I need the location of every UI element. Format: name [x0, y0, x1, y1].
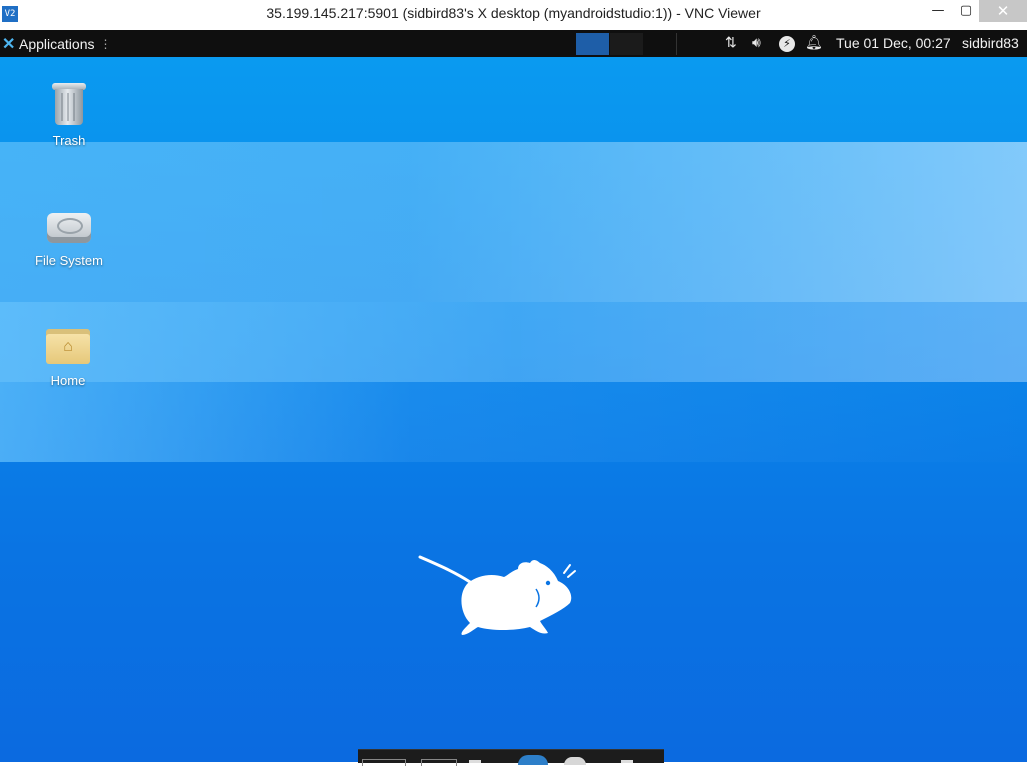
- home-folder-icon: [44, 321, 92, 369]
- desktop-icon-home[interactable]: Home: [18, 321, 118, 388]
- close-button[interactable]: ✕: [979, 0, 1027, 22]
- show-desktop-icon[interactable]: [362, 759, 406, 766]
- xfce-mouse-logo-icon: [418, 555, 576, 635]
- panel-separator: [676, 33, 677, 55]
- applications-menu-button[interactable]: ✕ Applications ⋮: [2, 34, 112, 54]
- maximize-button[interactable]: ▢: [950, 0, 982, 22]
- xfce-x-icon: ✕: [2, 36, 16, 53]
- terminal-icon[interactable]: [421, 759, 457, 766]
- wallpaper-band: [0, 302, 1027, 382]
- power-icon[interactable]: ⚡︎: [779, 36, 795, 52]
- desktop-icon-file-system[interactable]: File System: [19, 201, 119, 268]
- bottom-dock: [358, 749, 664, 766]
- web-browser-icon[interactable]: [518, 755, 548, 765]
- applications-menu-label: Applications: [19, 36, 95, 52]
- panel-clock[interactable]: Tue 01 Dec, 00:27: [836, 35, 951, 51]
- desktop-background[interactable]: Trash File System Home: [0, 57, 1027, 762]
- workspace-2-button[interactable]: [610, 33, 643, 55]
- trash-icon: [45, 81, 93, 129]
- notification-bell-icon[interactable]: 🔔︎: [805, 34, 823, 51]
- wallpaper-band: [0, 382, 1027, 462]
- desktop-icon-label: Trash: [52, 133, 86, 148]
- app-finder-icon[interactable]: [564, 757, 586, 765]
- panel-handle-icon: ⋮: [99, 37, 112, 51]
- window-titlebar: V2 35.199.145.217:5901 (sidbird83's X de…: [0, 0, 1027, 31]
- volume-icon[interactable]: 🔊︎: [752, 34, 761, 51]
- user-menu[interactable]: sidbird83: [962, 35, 1019, 51]
- workspace-1-button[interactable]: [576, 33, 609, 55]
- top-panel: ✕ Applications ⋮ ⇅ 🔊︎ ⚡︎ 🔔︎ Tue 01 Dec, …: [0, 30, 1027, 57]
- desktop-icon-label: Home: [50, 373, 86, 388]
- wallpaper-band: [0, 142, 1027, 302]
- network-icon[interactable]: ⇅: [725, 34, 737, 51]
- desktop-icon-label: File System: [35, 253, 103, 268]
- window-title: 35.199.145.217:5901 (sidbird83's X deskt…: [266, 5, 761, 21]
- desktop-icon-trash[interactable]: Trash: [19, 81, 119, 148]
- hard-disk-icon: [45, 201, 93, 249]
